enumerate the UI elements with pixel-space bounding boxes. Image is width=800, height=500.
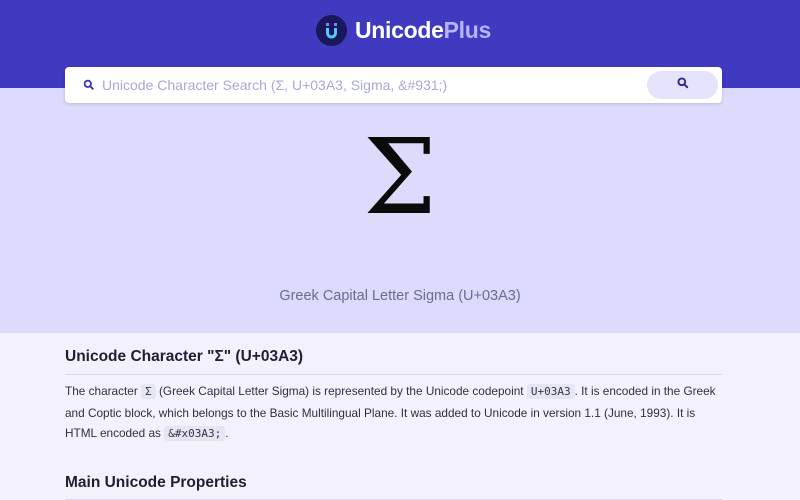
divider xyxy=(65,374,722,375)
description-text: (Greek Capital Letter Sigma) is represen… xyxy=(155,384,527,398)
inline-code-codepoint: U+03A3 xyxy=(526,384,575,399)
brand-name: UnicodePlus xyxy=(355,17,491,44)
search-bar xyxy=(65,67,722,103)
section-heading: Unicode Character "Σ" (U+03A3) xyxy=(65,348,304,365)
search-button[interactable] xyxy=(647,71,718,99)
description-text: The character xyxy=(65,384,142,398)
brand-logo-link[interactable]: UnicodePlus xyxy=(316,14,491,46)
inline-code-character: Σ xyxy=(141,384,156,399)
description-text: . xyxy=(225,426,229,440)
inline-code-html: &#x03A3; xyxy=(164,426,226,441)
description-paragraph: The character Σ (Greek Capital Letter Si… xyxy=(65,381,725,445)
u-logo-icon xyxy=(316,14,347,46)
brand-name-part2: Plus xyxy=(443,16,492,43)
character-caption: Greek Capital Letter Sigma (U+03A3) xyxy=(279,288,521,304)
search-input[interactable] xyxy=(101,67,671,103)
search-icon xyxy=(82,78,96,92)
properties-heading: Main Unicode Properties xyxy=(65,474,247,491)
search-icon xyxy=(676,76,690,95)
character-glyph: Σ xyxy=(363,116,437,238)
brand-name-part1: Unicode xyxy=(355,16,444,43)
